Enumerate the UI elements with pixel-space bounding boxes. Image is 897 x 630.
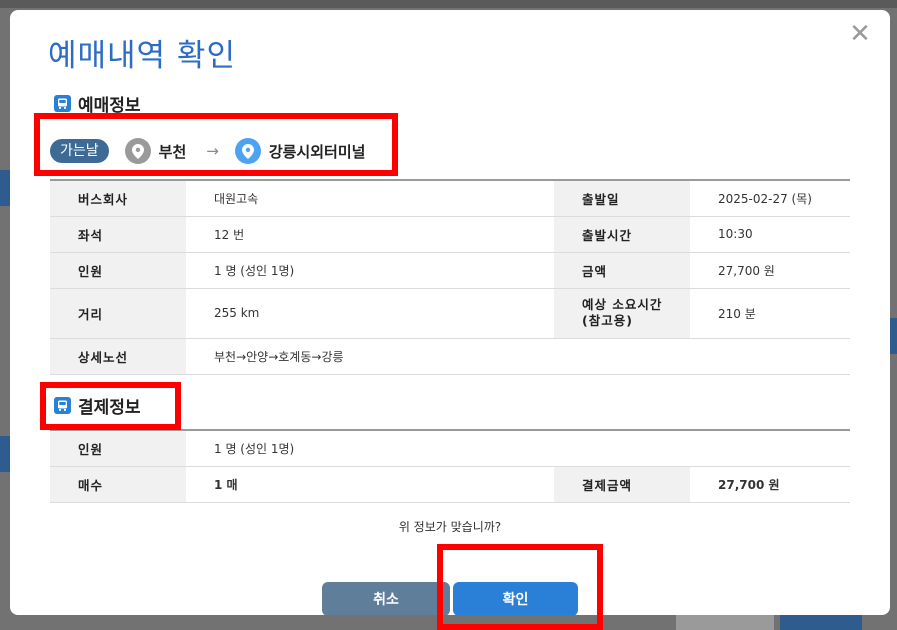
- background-header: [0, 0, 897, 8]
- highlight-confirm-button: [437, 544, 603, 630]
- estimated-duration-value: 210 분: [690, 288, 850, 339]
- departure-date-value: 2025-02-27 (목): [690, 180, 850, 217]
- reservation-confirm-dialog: 예매내역 확인 ✕ 예매정보 가는날 부천 → 강릉시외터미널 버스회사 대원고…: [10, 10, 890, 615]
- confirmation-question: 위 정보가 맞습니까?: [398, 520, 502, 534]
- reservation-section-header: 예매정보: [54, 92, 141, 116]
- table-row: 매수 1 매 결제금액 27,700 원: [50, 466, 851, 503]
- route-detail-label: 상세노선: [50, 338, 186, 375]
- reservation-section-title: 예매정보: [78, 95, 141, 116]
- payment-table: 인원 1 명 (성인 1명) 매수 1 매 결제금액 27,700 원: [50, 429, 851, 503]
- table-row: 인원 1 명 (성인 1명) 금액 27,700 원: [50, 252, 850, 289]
- bus-company-value: 대원고속: [186, 180, 554, 217]
- fare-label: 금액: [554, 252, 690, 289]
- close-icon[interactable]: ✕: [848, 21, 872, 47]
- ticket-count-value: 1 매: [186, 466, 554, 503]
- cancel-button[interactable]: 취소: [322, 582, 450, 615]
- payment-amount-label: 결제금액: [554, 466, 690, 503]
- ticket-count-label: 매수: [50, 466, 186, 503]
- table-row: 좌석 12 번 출발시간 10:30: [50, 216, 850, 253]
- background-button-mid: [676, 614, 774, 630]
- highlight-payment-section: [40, 382, 181, 430]
- background-panel-left-2: [0, 436, 10, 472]
- background-button-right: [780, 614, 862, 630]
- highlight-route: [34, 113, 398, 176]
- departure-time-label: 출발시간: [554, 216, 690, 253]
- table-row: 인원 1 명 (성인 1명): [50, 430, 851, 467]
- table-row: 거리 255 km 예상 소요시간 (참고용) 210 분: [50, 288, 850, 339]
- departure-time-value: 10:30: [690, 216, 850, 253]
- payment-passengers-label: 인원: [50, 430, 186, 467]
- bus-company-label: 버스회사: [50, 180, 186, 217]
- distance-label: 거리: [50, 288, 186, 339]
- background-panel-left: [0, 170, 10, 206]
- table-row: 상세노선 부천→안양→호계동→강릉: [50, 338, 850, 375]
- seat-value: 12 번: [186, 216, 554, 253]
- distance-value: 255 km: [186, 288, 554, 339]
- table-row: 버스회사 대원고속 출발일 2025-02-27 (목): [50, 180, 850, 217]
- passengers-label: 인원: [50, 252, 186, 289]
- payment-passengers-value: 1 명 (성인 1명): [186, 430, 851, 467]
- bus-icon: [54, 94, 71, 112]
- passengers-value: 1 명 (성인 1명): [186, 252, 554, 289]
- route-detail-value: 부천→안양→호계동→강릉: [186, 338, 850, 375]
- fare-value: 27,700 원: [690, 252, 850, 289]
- estimated-duration-label: 예상 소요시간 (참고용): [554, 288, 690, 339]
- background-panel-right: [890, 318, 897, 354]
- payment-amount-value: 27,700 원: [690, 466, 851, 503]
- reservation-table: 버스회사 대원고속 출발일 2025-02-27 (목) 좌석 12 번 출발시…: [50, 179, 850, 375]
- dialog-title: 예매내역 확인: [48, 38, 236, 74]
- departure-date-label: 출발일: [554, 180, 690, 217]
- seat-label: 좌석: [50, 216, 186, 253]
